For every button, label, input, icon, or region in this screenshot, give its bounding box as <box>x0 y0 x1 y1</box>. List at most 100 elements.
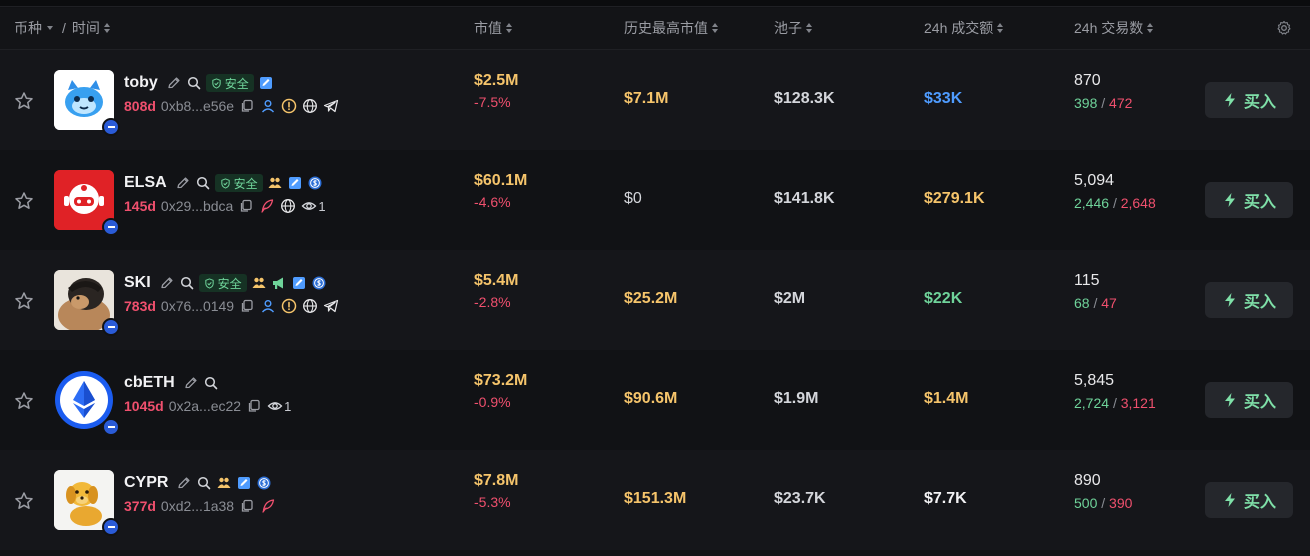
feather-icon[interactable] <box>260 498 276 514</box>
buy-button[interactable]: 买入 <box>1205 482 1293 518</box>
chain-badge-icon <box>102 318 120 336</box>
header-ath[interactable]: 历史最高市值 <box>624 18 718 38</box>
pool-value: $141.8K <box>774 190 835 207</box>
safe-badge: 安全 <box>198 274 247 292</box>
header-pool[interactable]: 池子 <box>774 18 812 38</box>
header-mcap-label: 市值 <box>474 20 502 36</box>
star-icon[interactable] <box>14 191 34 211</box>
market-cap-value: $7.8M <box>474 472 519 489</box>
star-icon[interactable] <box>14 391 34 411</box>
txns-separator: / <box>1112 195 1117 211</box>
buy-label: 买入 <box>1243 394 1276 411</box>
volume-24h: $1.4M <box>924 390 969 407</box>
token-sub-line: 1045d 0x2a...ec22 1 <box>124 396 291 416</box>
token-avatar[interactable] <box>54 170 120 236</box>
globe-icon[interactable] <box>302 98 318 114</box>
copy-icon[interactable] <box>239 298 255 314</box>
token-name[interactable]: cbETH <box>124 374 175 392</box>
header-coin-time[interactable]: 币种 / 时间 <box>14 18 110 38</box>
feather-icon[interactable] <box>259 198 275 214</box>
buy-button[interactable]: 买入 <box>1205 82 1293 118</box>
copy-icon[interactable] <box>239 498 255 514</box>
sell-count: 47 <box>1101 295 1117 311</box>
txns-total: 870 <box>1074 72 1101 89</box>
token-name[interactable]: CYPR <box>124 474 168 492</box>
table-row[interactable]: cbETH 1045d 0x2a...ec22 1 $73.2M -0.9% $… <box>0 350 1310 450</box>
market-cap-change: -4.6% <box>474 194 511 210</box>
edit-icon[interactable] <box>176 475 192 491</box>
lightning-icon <box>1224 293 1235 307</box>
search-icon[interactable] <box>196 475 212 491</box>
telegram-icon[interactable] <box>323 298 339 314</box>
star-icon[interactable] <box>14 491 34 511</box>
gear-icon[interactable] <box>1276 20 1292 36</box>
copy-icon[interactable] <box>239 98 255 114</box>
table-row[interactable]: ELSA 安全 145d 0x29...bdca 1 $60.1M -4.6% … <box>0 150 1310 250</box>
token-avatar[interactable] <box>54 270 120 336</box>
token-name-line: CYPR <box>124 472 272 494</box>
warning-icon[interactable] <box>281 98 297 114</box>
watcher-count: 1 <box>284 398 292 414</box>
eye-icon[interactable] <box>301 198 317 214</box>
header-volume[interactable]: 24h 成交额 <box>924 18 1004 38</box>
market-cap-change: -0.9% <box>474 394 511 410</box>
star-icon[interactable] <box>14 91 34 111</box>
header-mcap[interactable]: 市值 <box>474 18 512 38</box>
copy-icon[interactable] <box>238 198 254 214</box>
token-avatar[interactable] <box>54 70 120 136</box>
buy-button[interactable]: 买入 <box>1205 282 1293 318</box>
buy-label: 买入 <box>1243 94 1276 111</box>
user-icon[interactable] <box>260 98 276 114</box>
market-cap: $7.8M -5.3% <box>474 472 518 510</box>
token-address: 0xd2...1a38 <box>160 498 235 514</box>
table-row[interactable]: SKI 安全 783d 0x76...0149 $5.4M -2.8% $25.… <box>0 250 1310 350</box>
token-address: 0x29...bdca <box>160 198 234 214</box>
edit-icon[interactable] <box>175 175 191 191</box>
chain-badge-icon <box>102 218 120 236</box>
token-sub-line: 145d 0x29...bdca 1 <box>124 196 326 216</box>
eye-icon[interactable] <box>267 398 283 414</box>
buy-button[interactable]: 买入 <box>1205 182 1293 218</box>
header-txns[interactable]: 24h 交易数 <box>1074 18 1154 38</box>
megaphone-icon <box>272 277 283 289</box>
market-cap-value: $73.2M <box>474 372 528 389</box>
txns-split: 500 / 390 <box>1074 495 1132 511</box>
telegram-icon[interactable] <box>323 98 339 114</box>
volume-24h: $279.1K <box>924 190 985 207</box>
globe-icon[interactable] <box>302 298 318 314</box>
token-address: 0xb8...e56e <box>160 98 235 114</box>
shield-check-icon <box>205 277 214 289</box>
search-icon[interactable] <box>195 175 211 191</box>
buy-count: 398 <box>1074 95 1098 111</box>
token-avatar[interactable] <box>54 370 120 436</box>
token-avatar[interactable] <box>54 470 120 536</box>
copy-icon[interactable] <box>246 398 262 414</box>
search-icon[interactable] <box>203 375 219 391</box>
verified-icon <box>259 77 272 89</box>
buy-label: 买入 <box>1243 494 1276 511</box>
shield-check-icon <box>221 177 230 189</box>
top-divider <box>0 0 1310 7</box>
star-icon[interactable] <box>14 291 34 311</box>
edit-icon[interactable] <box>183 375 199 391</box>
table-row[interactable]: CYPR 377d 0xd2...1a38 $7.8M -5.3% $151.3… <box>0 450 1310 550</box>
header-txns-label: 24h 交易数 <box>1074 20 1144 36</box>
volume-24h: $33K <box>924 90 963 107</box>
globe-icon[interactable] <box>280 198 296 214</box>
token-name[interactable]: ELSA <box>124 174 167 192</box>
edit-icon[interactable] <box>166 75 182 91</box>
edit-icon[interactable] <box>159 275 175 291</box>
buy-button[interactable]: 买入 <box>1205 382 1293 418</box>
txns-total: 5,845 <box>1074 372 1115 389</box>
chain-badge-icon <box>102 518 120 536</box>
header-coin-label: 币种 <box>14 20 42 36</box>
warning-icon[interactable] <box>281 298 297 314</box>
token-name[interactable]: SKI <box>124 274 151 292</box>
token-name[interactable]: toby <box>124 74 158 92</box>
search-icon[interactable] <box>179 275 195 291</box>
user-icon[interactable] <box>260 298 276 314</box>
search-icon[interactable] <box>186 75 202 91</box>
txns-split: 68 / 47 <box>1074 295 1117 311</box>
table-row[interactable]: toby 安全 808d 0xb8...e56e $2.5M -7.5% $7.… <box>0 50 1310 150</box>
sort-icon <box>1147 22 1154 34</box>
